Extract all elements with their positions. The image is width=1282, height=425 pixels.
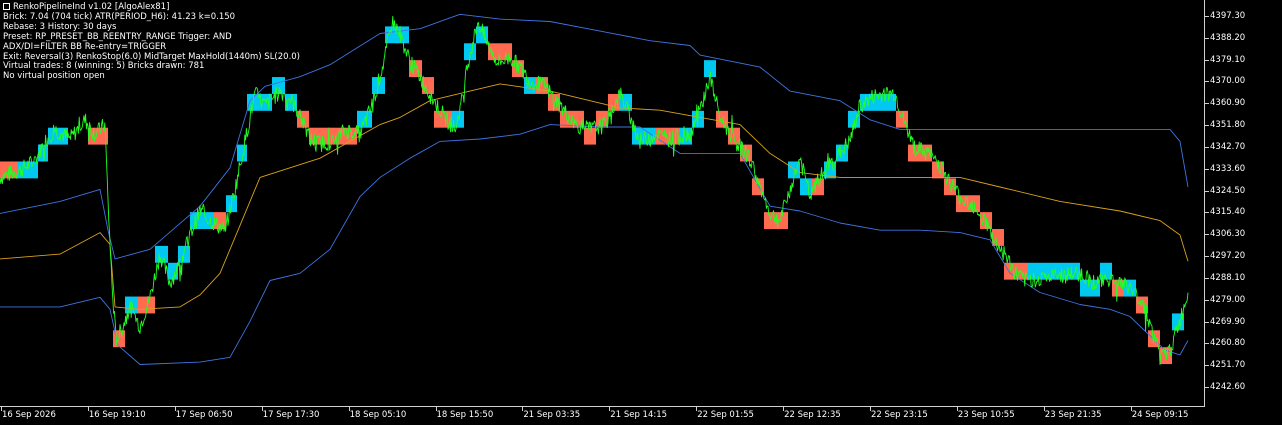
time-tick-label: 23 Sep 10:55: [957, 410, 1015, 420]
price-tick-label: 4315.40: [1210, 207, 1246, 218]
price-tick-mark: [1205, 125, 1209, 127]
price-tick-mark: [1205, 81, 1209, 83]
time-tick-label: 18 Sep 15:50: [436, 410, 494, 420]
time-tick-label: 18 Sep 05:10: [349, 410, 407, 420]
bollinger-lower-band: [0, 124, 1189, 365]
price-tick-label: 4324.50: [1210, 185, 1246, 196]
price-tick-label: 4351.80: [1210, 120, 1246, 131]
price-tick-mark: [1205, 387, 1209, 388]
price-tick-mark: [1205, 256, 1209, 258]
price-tick-mark: [1205, 277, 1209, 279]
renko-brick-up: [1124, 279, 1136, 297]
time-tick-label: 16 Sep 2026: [2, 410, 56, 420]
indicator-info-panel: RenkoPipelineInd v1.02 [AlgoAlex81] Bric…: [3, 2, 300, 82]
time-tick-label: 22 Sep 01:55: [697, 410, 754, 420]
time-tick-label: 21 Sep 14:15: [610, 410, 668, 420]
price-tick-label: 4360.90: [1210, 98, 1246, 109]
price-tick-mark: [1205, 103, 1209, 105]
price-tick-mark: [1205, 146, 1209, 148]
price-tick-label: 4333.60: [1210, 163, 1246, 174]
renko-brick-down: [956, 195, 968, 213]
price-tick-mark: [1205, 321, 1209, 323]
renko-brick-up: [155, 245, 168, 263]
time-tick-label: 22 Sep 12:35: [784, 410, 841, 420]
price-tick-mark: [1205, 16, 1209, 17]
price-tick-label: 4306.30: [1210, 229, 1246, 240]
time-tick-label: 17 Sep 06:50: [175, 410, 233, 420]
price-tick-label: 4342.70: [1210, 141, 1246, 152]
price-tick-label: 4269.90: [1210, 316, 1246, 327]
price-axis-border: [1204, 0, 1205, 406]
time-axis-border: [0, 406, 1205, 407]
price-tick-label: 4288.10: [1210, 272, 1246, 283]
price-tick-label: 4388.20: [1210, 32, 1246, 43]
price-tick-label: 4379.10: [1210, 54, 1246, 65]
price-tick-label: 4370.00: [1210, 76, 1246, 87]
price-tick-mark: [1205, 365, 1209, 367]
time-tick-label: 24 Sep 09:15: [1131, 410, 1189, 420]
time-tick-label: 17 Sep 17:30: [262, 410, 320, 420]
time-tick-label: 21 Sep 03:35: [523, 410, 581, 420]
position-info-line: No virtual position open: [3, 71, 105, 82]
price-tick-label: 4279.00: [1210, 294, 1246, 305]
indicator-square-icon: [3, 3, 10, 10]
price-tick-mark: [1205, 168, 1209, 170]
price-tick-label: 4397.30: [1210, 11, 1246, 21]
time-tick-label: 23 Sep 21:35: [1044, 410, 1102, 420]
renko-brick-down: [584, 127, 596, 145]
price-tick-label: 4260.80: [1210, 338, 1246, 349]
time-tick-label: 22 Sep 23:15: [871, 410, 928, 420]
renko-brick-up: [800, 178, 812, 196]
price-tick-mark: [1205, 299, 1209, 301]
price-tick-mark: [1205, 234, 1209, 236]
renko-brick-down: [214, 212, 226, 230]
price-tick-mark: [1205, 37, 1209, 39]
price-tick-label: 4297.20: [1210, 251, 1246, 262]
price-tick-label: 4242.60: [1210, 382, 1246, 392]
price-tick-mark: [1205, 59, 1209, 61]
price-tick-mark: [1205, 343, 1209, 345]
price-tick-mark: [1205, 212, 1209, 214]
price-tick-label: 4251.70: [1210, 360, 1246, 371]
time-tick-label: 16 Sep 19:10: [88, 410, 146, 420]
price-tick-mark: [1205, 190, 1209, 192]
